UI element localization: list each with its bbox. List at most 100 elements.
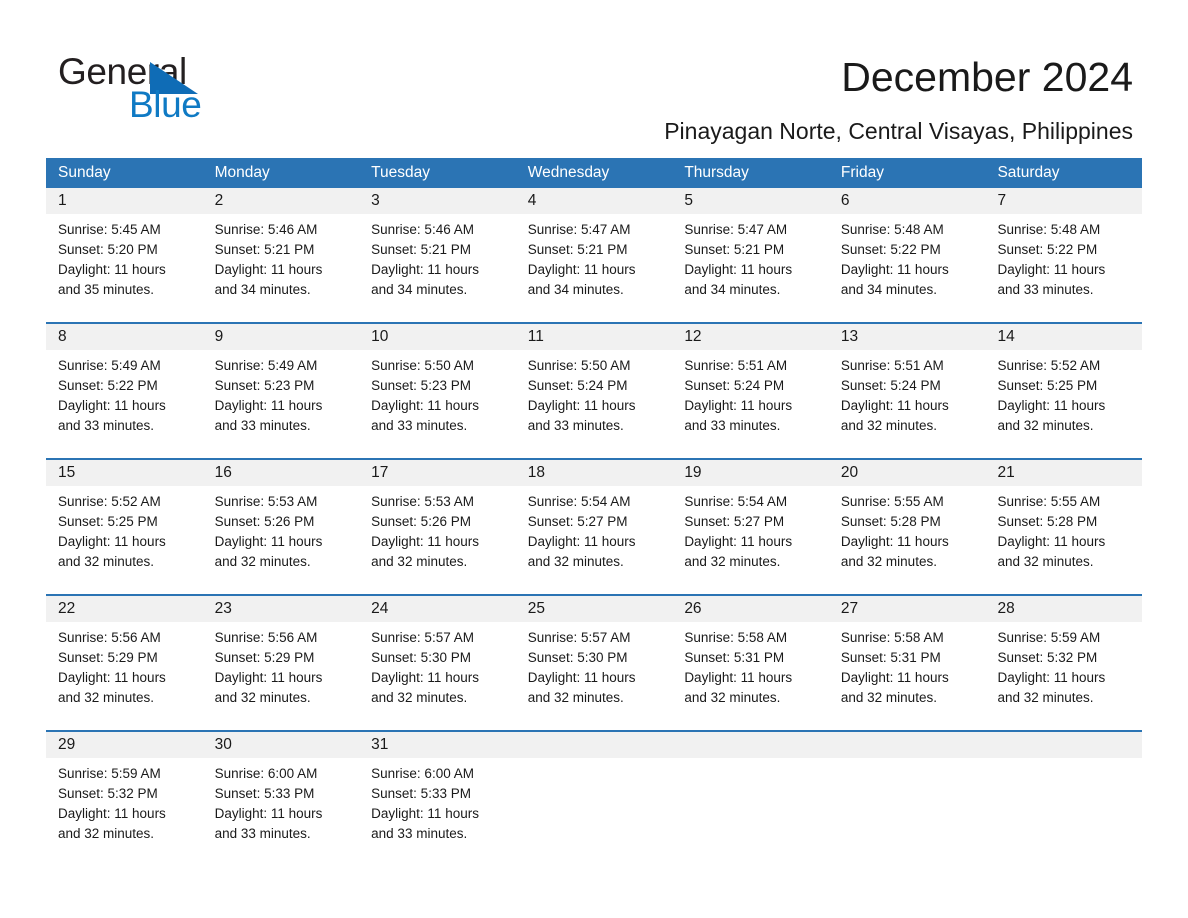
day-details-16: Sunrise: 5:53 AM Sunset: 5:26 PM Daylight:… xyxy=(203,486,360,572)
week-info-band: Sunrise: 5:45 AM Sunset: 5:20 PM Daylight:… xyxy=(46,214,1142,300)
day-detail-line: and 32 minutes. xyxy=(58,690,155,705)
week-date-band: 8 9 10 11 12 13 14 xyxy=(46,324,1142,350)
day-number-1[interactable]: 1 xyxy=(46,188,203,214)
day-number-13[interactable]: 13 xyxy=(829,324,986,350)
day-number-12[interactable]: 12 xyxy=(672,324,829,350)
day-details-20: Sunrise: 5:55 AM Sunset: 5:28 PM Daylight:… xyxy=(829,486,986,572)
general-blue-logo: General Blue xyxy=(58,52,318,125)
day-detail-line: Sunrise: 5:51 AM xyxy=(684,358,788,373)
calendar-week-row: 1 2 3 4 5 6 7 Sunrise: 5:45 AM Sunset: 5:20 PM Da… xyxy=(46,188,1142,300)
day-number-empty xyxy=(985,732,1142,758)
day-detail-line: Sunset: 5:31 PM xyxy=(840,650,941,665)
day-detail-line: Sunset: 5:33 PM xyxy=(214,786,315,801)
day-number-27[interactable]: 27 xyxy=(829,596,986,622)
day-detail-line: Sunset: 5:22 PM xyxy=(997,242,1098,257)
week-info-band: Sunrise: 5:52 AM Sunset: 5:25 PM Daylight:… xyxy=(46,486,1142,572)
day-detail-line: Daylight: 11 hours xyxy=(58,806,166,821)
day-detail-line: Daylight: 11 hours xyxy=(840,262,949,277)
day-detail-line: Sunrise: 5:57 AM xyxy=(371,630,474,645)
day-detail-line: Daylight: 11 hours xyxy=(997,670,1106,685)
day-detail-line: Sunrise: 5:55 AM xyxy=(997,494,1101,509)
day-detail-line: and 33 minutes. xyxy=(58,418,155,433)
day-number-14[interactable]: 14 xyxy=(985,324,1142,350)
day-number-10[interactable]: 10 xyxy=(359,324,516,350)
day-number-8[interactable]: 8 xyxy=(46,324,203,350)
day-detail-line: Sunrise: 5:50 AM xyxy=(527,358,631,373)
calendar-page: General Blue December 2024 Pinayagan Nor… xyxy=(0,0,1188,918)
day-number-31[interactable]: 31 xyxy=(359,732,516,758)
day-number-21[interactable]: 21 xyxy=(985,460,1142,486)
day-number-19[interactable]: 19 xyxy=(672,460,829,486)
day-detail-line: Daylight: 11 hours xyxy=(997,262,1106,277)
day-number-5[interactable]: 5 xyxy=(672,188,829,214)
day-number-20[interactable]: 20 xyxy=(829,460,986,486)
day-detail-line: Sunset: 5:24 PM xyxy=(527,378,628,393)
day-detail-line: Sunrise: 5:59 AM xyxy=(58,766,161,781)
day-detail-line: Sunset: 5:23 PM xyxy=(371,378,471,393)
day-number-25[interactable]: 25 xyxy=(516,596,673,622)
day-number-7[interactable]: 7 xyxy=(985,188,1142,214)
day-detail-line: Sunrise: 5:52 AM xyxy=(997,358,1101,373)
day-number-22[interactable]: 22 xyxy=(46,596,203,622)
day-number-15[interactable]: 15 xyxy=(46,460,203,486)
week-info-band: Sunrise: 5:56 AM Sunset: 5:29 PM Daylight:… xyxy=(46,622,1142,708)
day-detail-line: Daylight: 11 hours xyxy=(371,262,479,277)
day-detail-line: and 35 minutes. xyxy=(58,282,155,297)
day-detail-line: and 33 minutes. xyxy=(214,418,311,433)
calendar-week-row: 15 16 17 18 19 20 21 Sunrise: 5:52 AM Sunset: 5:… xyxy=(46,458,1142,572)
day-number-11[interactable]: 11 xyxy=(516,324,673,350)
page-title: December 2024 xyxy=(841,54,1133,100)
week-spacer xyxy=(46,300,1142,322)
day-detail-line: Sunset: 5:22 PM xyxy=(840,242,941,257)
day-detail-line: Daylight: 11 hours xyxy=(840,398,949,413)
day-number-3[interactable]: 3 xyxy=(359,188,516,214)
day-detail-line: Sunrise: 5:46 AM xyxy=(214,222,318,237)
day-detail-line: Daylight: 11 hours xyxy=(371,534,479,549)
day-number-26[interactable]: 26 xyxy=(672,596,829,622)
day-number-30[interactable]: 30 xyxy=(203,732,360,758)
day-number-28[interactable]: 28 xyxy=(985,596,1142,622)
day-details-19: Sunrise: 5:54 AM Sunset: 5:27 PM Daylight:… xyxy=(672,486,829,572)
day-detail-line: Sunrise: 5:54 AM xyxy=(527,494,631,509)
day-detail-line: Sunset: 5:22 PM xyxy=(58,378,158,393)
weekday-header-tuesday: Tuesday xyxy=(371,164,431,181)
day-detail-line: Daylight: 11 hours xyxy=(214,262,323,277)
day-number-18[interactable]: 18 xyxy=(516,460,673,486)
day-detail-line: and 32 minutes. xyxy=(684,554,781,569)
day-details-15: Sunrise: 5:52 AM Sunset: 5:25 PM Daylight:… xyxy=(46,486,203,572)
day-detail-line: Sunset: 5:28 PM xyxy=(997,514,1098,529)
day-detail-line: Sunrise: 6:00 AM xyxy=(371,766,474,781)
day-details-7: Sunrise: 5:48 AM Sunset: 5:22 PM Daylight:… xyxy=(985,214,1142,300)
day-details-27: Sunrise: 5:58 AM Sunset: 5:31 PM Daylight:… xyxy=(829,622,986,708)
day-details-11: Sunrise: 5:50 AM Sunset: 5:24 PM Daylight:… xyxy=(516,350,673,436)
day-detail-line: and 32 minutes. xyxy=(997,554,1094,569)
weekday-header-sunday: Sunday xyxy=(58,164,111,181)
day-detail-line: Sunset: 5:29 PM xyxy=(58,650,158,665)
day-detail-line: Sunrise: 5:58 AM xyxy=(684,630,788,645)
day-number-4[interactable]: 4 xyxy=(516,188,673,214)
day-number-29[interactable]: 29 xyxy=(46,732,203,758)
day-detail-line: and 32 minutes. xyxy=(684,690,781,705)
day-detail-line: Sunset: 5:28 PM xyxy=(840,514,941,529)
day-details-2: Sunrise: 5:46 AM Sunset: 5:21 PM Daylight:… xyxy=(203,214,360,300)
day-detail-line: Sunset: 5:25 PM xyxy=(997,378,1098,393)
day-detail-line: Daylight: 11 hours xyxy=(214,670,323,685)
day-details-8: Sunrise: 5:49 AM Sunset: 5:22 PM Daylight:… xyxy=(46,350,203,436)
weekday-header-thursday: Thursday xyxy=(684,164,749,181)
day-detail-line: Sunrise: 5:49 AM xyxy=(214,358,318,373)
day-number-23[interactable]: 23 xyxy=(203,596,360,622)
day-detail-line: Daylight: 11 hours xyxy=(214,534,323,549)
day-detail-line: and 33 minutes. xyxy=(527,418,624,433)
day-number-24[interactable]: 24 xyxy=(359,596,516,622)
day-number-2[interactable]: 2 xyxy=(203,188,360,214)
day-detail-line: and 32 minutes. xyxy=(997,418,1094,433)
day-detail-line: Daylight: 11 hours xyxy=(214,398,323,413)
day-detail-line: Sunrise: 5:51 AM xyxy=(840,358,944,373)
day-details-12: Sunrise: 5:51 AM Sunset: 5:24 PM Daylight:… xyxy=(672,350,829,436)
day-number-9[interactable]: 9 xyxy=(203,324,360,350)
day-detail-line: Sunset: 5:30 PM xyxy=(527,650,628,665)
day-number-6[interactable]: 6 xyxy=(829,188,986,214)
day-number-17[interactable]: 17 xyxy=(359,460,516,486)
day-number-16[interactable]: 16 xyxy=(203,460,360,486)
day-detail-line: and 32 minutes. xyxy=(371,690,468,705)
